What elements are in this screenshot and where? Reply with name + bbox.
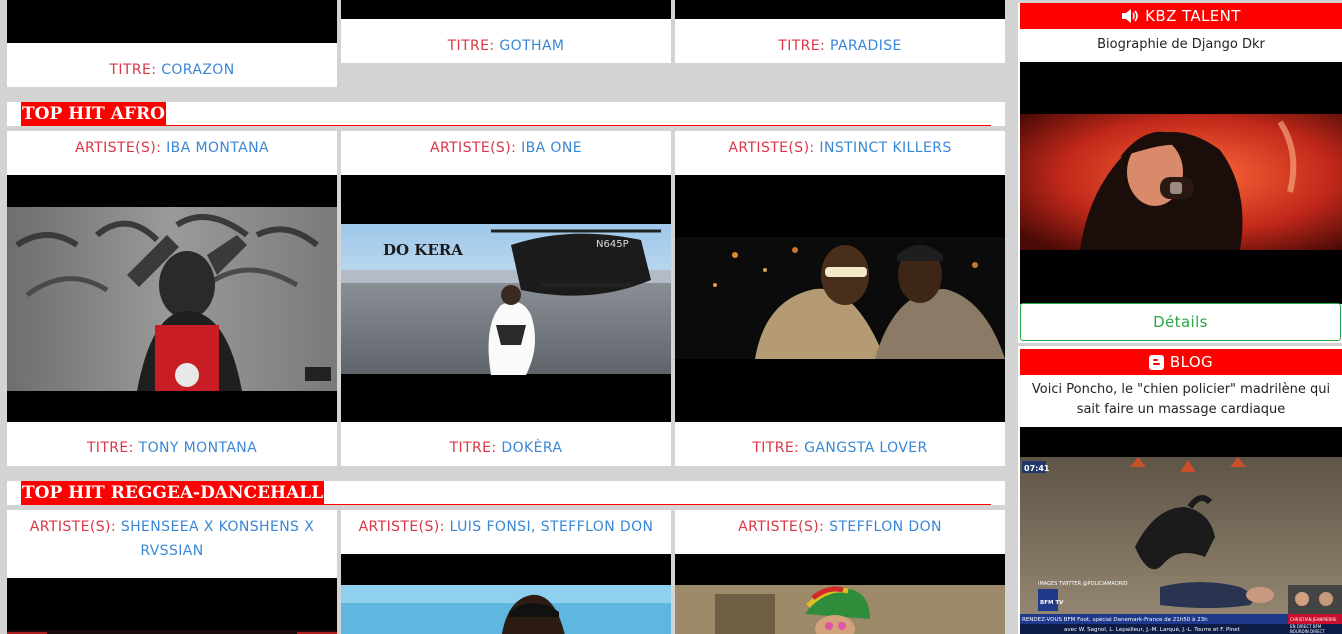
video-overlay-text: DO KERA: [383, 241, 463, 259]
section-title: TOP HIT AFRO: [21, 102, 166, 126]
artist-line: ARTISTE(S): INSTINCT KILLERS: [728, 140, 952, 156]
thumbnail-image: [675, 585, 1005, 634]
title-line: TITRE: CORAZON: [109, 62, 235, 78]
artist-line: ARTISTE(S): LUIS FONSI, STEFFLON DON: [358, 519, 654, 535]
title-link[interactable]: DOKÈRA: [501, 440, 562, 456]
title-link[interactable]: PARADISE: [830, 38, 902, 54]
video-card-reggae-1[interactable]: ARTISTE(S): SHENSEEA X KONSHENS X RVSSIA…: [7, 510, 337, 634]
video-thumbnail[interactable]: [7, 578, 337, 634]
tv-side-top: CHRISTIAN JEANPIERRE: [1290, 617, 1337, 622]
video-thumbnail[interactable]: [341, 0, 671, 19]
artist-line: ARTISTE(S): SHENSEEA X KONSHENS X: [29, 519, 315, 535]
title-line: TITRE: GOTHAM: [447, 38, 565, 54]
title-link[interactable]: GANGSTA LOVER: [804, 440, 928, 456]
video-card-gotham[interactable]: TITRE: GOTHAM: [341, 0, 671, 63]
video-card-gangsta-lover[interactable]: ARTISTE(S): INSTINCT KILLERS TITRE: GANG…: [675, 131, 1005, 466]
title-link[interactable]: TONY MONTANA: [139, 440, 258, 456]
thumbnail-image: [7, 207, 337, 391]
artist-link[interactable]: IBA ONE: [521, 140, 582, 156]
artist-link[interactable]: LUIS FONSI, STEFFLON DON: [450, 519, 654, 535]
tv-credit: IMAGES TWITTER @POLICIAMADRID: [1038, 581, 1128, 587]
details-button[interactable]: Détails: [1020, 303, 1341, 341]
speaker-icon: [1121, 3, 1145, 29]
thumbnail-image: [675, 237, 1005, 359]
talent-heading: KBZ TALENT: [1145, 7, 1241, 25]
video-thumbnail[interactable]: [7, 0, 337, 43]
blog-video-image: 07:41 IMAGES TWITTER @POLICIAMADRID BFM …: [1020, 457, 1342, 634]
section-header-reggae: TOP HIT REGGEA-DANCEHALL: [7, 481, 1005, 505]
video-card-dokera[interactable]: ARTISTE(S): IBA ONE N645P DO KERA TITRE:…: [341, 131, 671, 466]
video-thumbnail[interactable]: N645P DO KERA: [341, 175, 671, 422]
thumbnail-image: [341, 585, 671, 634]
blogger-icon: [1148, 349, 1170, 375]
section-header-afro: TOP HIT AFRO: [7, 102, 1005, 126]
artist-link[interactable]: INSTINCT KILLERS: [819, 140, 951, 156]
section-divider: [21, 125, 991, 126]
blog-header: BLOG: [1020, 349, 1342, 375]
video-thumbnail[interactable]: [675, 0, 1005, 19]
video-card-reggae-3[interactable]: ARTISTE(S): STEFFLON DON: [675, 510, 1005, 634]
video-thumbnail[interactable]: [341, 554, 671, 634]
tv-time: 07:41: [1024, 464, 1050, 473]
talent-header: KBZ TALENT: [1020, 3, 1342, 29]
artist-link[interactable]: RVSSIAN: [140, 543, 203, 559]
artist-link[interactable]: IBA MONTANA: [166, 140, 269, 156]
tv-channel-logo: BFM TV: [1040, 600, 1064, 606]
video-card-corazon[interactable]: TITRE: CORAZON: [7, 0, 337, 87]
helicopter-registration: N645P: [596, 239, 629, 250]
artist-line: ARTISTE(S): STEFFLON DON: [738, 519, 942, 535]
artist-line: ARTISTE(S): IBA ONE: [430, 140, 582, 156]
artist-link[interactable]: STEFFLON DON: [829, 519, 942, 535]
title-link[interactable]: GOTHAM: [499, 38, 564, 54]
video-thumbnail[interactable]: [7, 175, 337, 422]
talent-video[interactable]: [1020, 62, 1342, 304]
blog-video[interactable]: 07:41 IMAGES TWITTER @POLICIAMADRID BFM …: [1020, 427, 1342, 634]
tv-ticker-top: RENDEZ-VOUS BFM Foot, spécial Danemark-F…: [1022, 616, 1208, 623]
video-thumbnail[interactable]: [675, 175, 1005, 422]
title-line: TITRE: GANGSTA LOVER: [752, 440, 928, 456]
artist-line-continued: RVSSIAN: [7, 539, 337, 563]
artist-link[interactable]: SHENSEEA X KONSHENS X: [121, 519, 314, 535]
section-title: TOP HIT REGGEA-DANCEHALL: [21, 481, 325, 505]
video-card-reggae-2[interactable]: ARTISTE(S): LUIS FONSI, STEFFLON DON: [341, 510, 671, 634]
video-card-tony-montana[interactable]: ARTISTE(S): IBA MONTANA TITRE: TONY MONT…: [7, 131, 337, 466]
sidebar: KBZ TALENT Biographie de Django Dkr Déta…: [1018, 0, 1342, 634]
thumbnail-image: N645P DO KERA: [341, 224, 671, 375]
blog-heading: BLOG: [1169, 353, 1214, 371]
video-card-paradise[interactable]: TITRE: PARADISE: [675, 0, 1005, 63]
talent-video-image: [1020, 114, 1342, 250]
talent-widget: KBZ TALENT Biographie de Django Dkr Déta…: [1018, 3, 1342, 343]
thumbnail-image: [7, 630, 337, 634]
tv-ticker-bottom: avec W. Sagnol, L. Lepailleur, J.-M. Lar…: [1064, 626, 1241, 633]
title-line: TITRE: PARADISE: [778, 38, 902, 54]
tv-side-tag: BOURDIN DIRECT: [1290, 629, 1325, 634]
section-divider: [21, 504, 991, 505]
title-line: TITRE: DOKÈRA: [449, 440, 563, 456]
talent-title[interactable]: Biographie de Django Dkr: [1020, 35, 1342, 55]
video-thumbnail[interactable]: [675, 554, 1005, 634]
title-link[interactable]: CORAZON: [161, 62, 234, 78]
blog-post-title[interactable]: Voici Poncho, le "chien policier" madril…: [1020, 380, 1342, 420]
title-line: TITRE: TONY MONTANA: [86, 440, 258, 456]
artist-line: ARTISTE(S): IBA MONTANA: [75, 140, 269, 156]
blog-widget: BLOG Voici Poncho, le "chien policier" m…: [1018, 346, 1342, 634]
